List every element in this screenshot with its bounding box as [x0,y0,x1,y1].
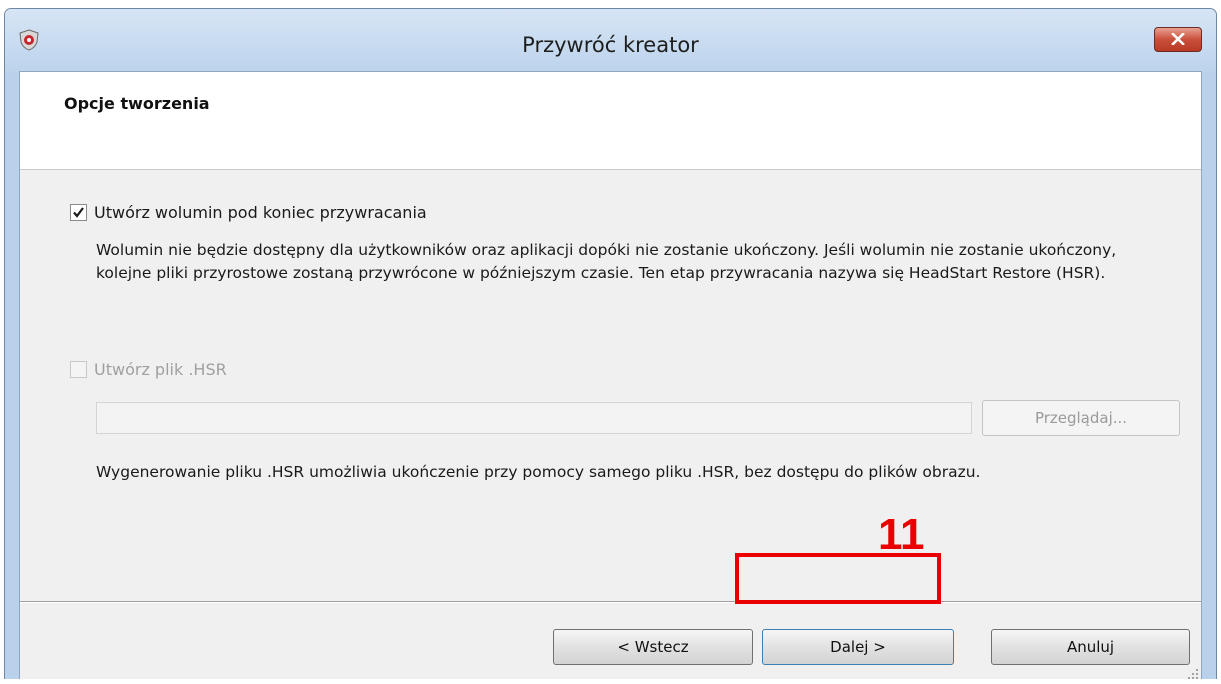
wizard-content: Opcje tworzenia Utwórz wolumin pod konie… [19,71,1202,679]
browse-button[interactable]: Przeglądaj... [982,400,1180,436]
create-volume-label[interactable]: Utwórz wolumin pod koniec przywracania [94,203,427,222]
step-number-label: 11 [878,510,925,559]
back-button[interactable]: < Wstecz [553,629,753,665]
next-button-highlight [735,553,941,604]
window-title: Przywróć kreator [522,33,699,57]
create-volume-checkbox[interactable] [70,204,87,221]
hsr-description: Wygenerowanie pliku .HSR umożliwia ukońc… [96,463,981,481]
create-volume-description-line1: Wolumin nie będzie dostępny dla użytkown… [96,241,1117,259]
create-hsr-label[interactable]: Utwórz plik .HSR [94,360,227,379]
close-icon [1171,30,1185,49]
page-title: Opcje tworzenia [64,94,210,113]
create-volume-description-line2: kolejne pliki przyrostowe zostaną przywr… [96,264,1106,282]
title-bar[interactable]: Przywróć kreator [5,9,1216,73]
footer-separator [20,601,1201,603]
header-panel: Opcje tworzenia [20,72,1201,170]
cancel-button[interactable]: Anuluj [991,629,1190,665]
resize-grip-icon[interactable] [1187,665,1199,679]
next-button[interactable]: Dalej > [762,629,954,665]
create-hsr-checkbox[interactable] [70,361,87,378]
wizard-window: Przywróć kreator Opcje tworzenia Utwórz … [4,8,1217,679]
close-button[interactable] [1154,27,1202,52]
hsr-path-input[interactable] [96,402,972,434]
